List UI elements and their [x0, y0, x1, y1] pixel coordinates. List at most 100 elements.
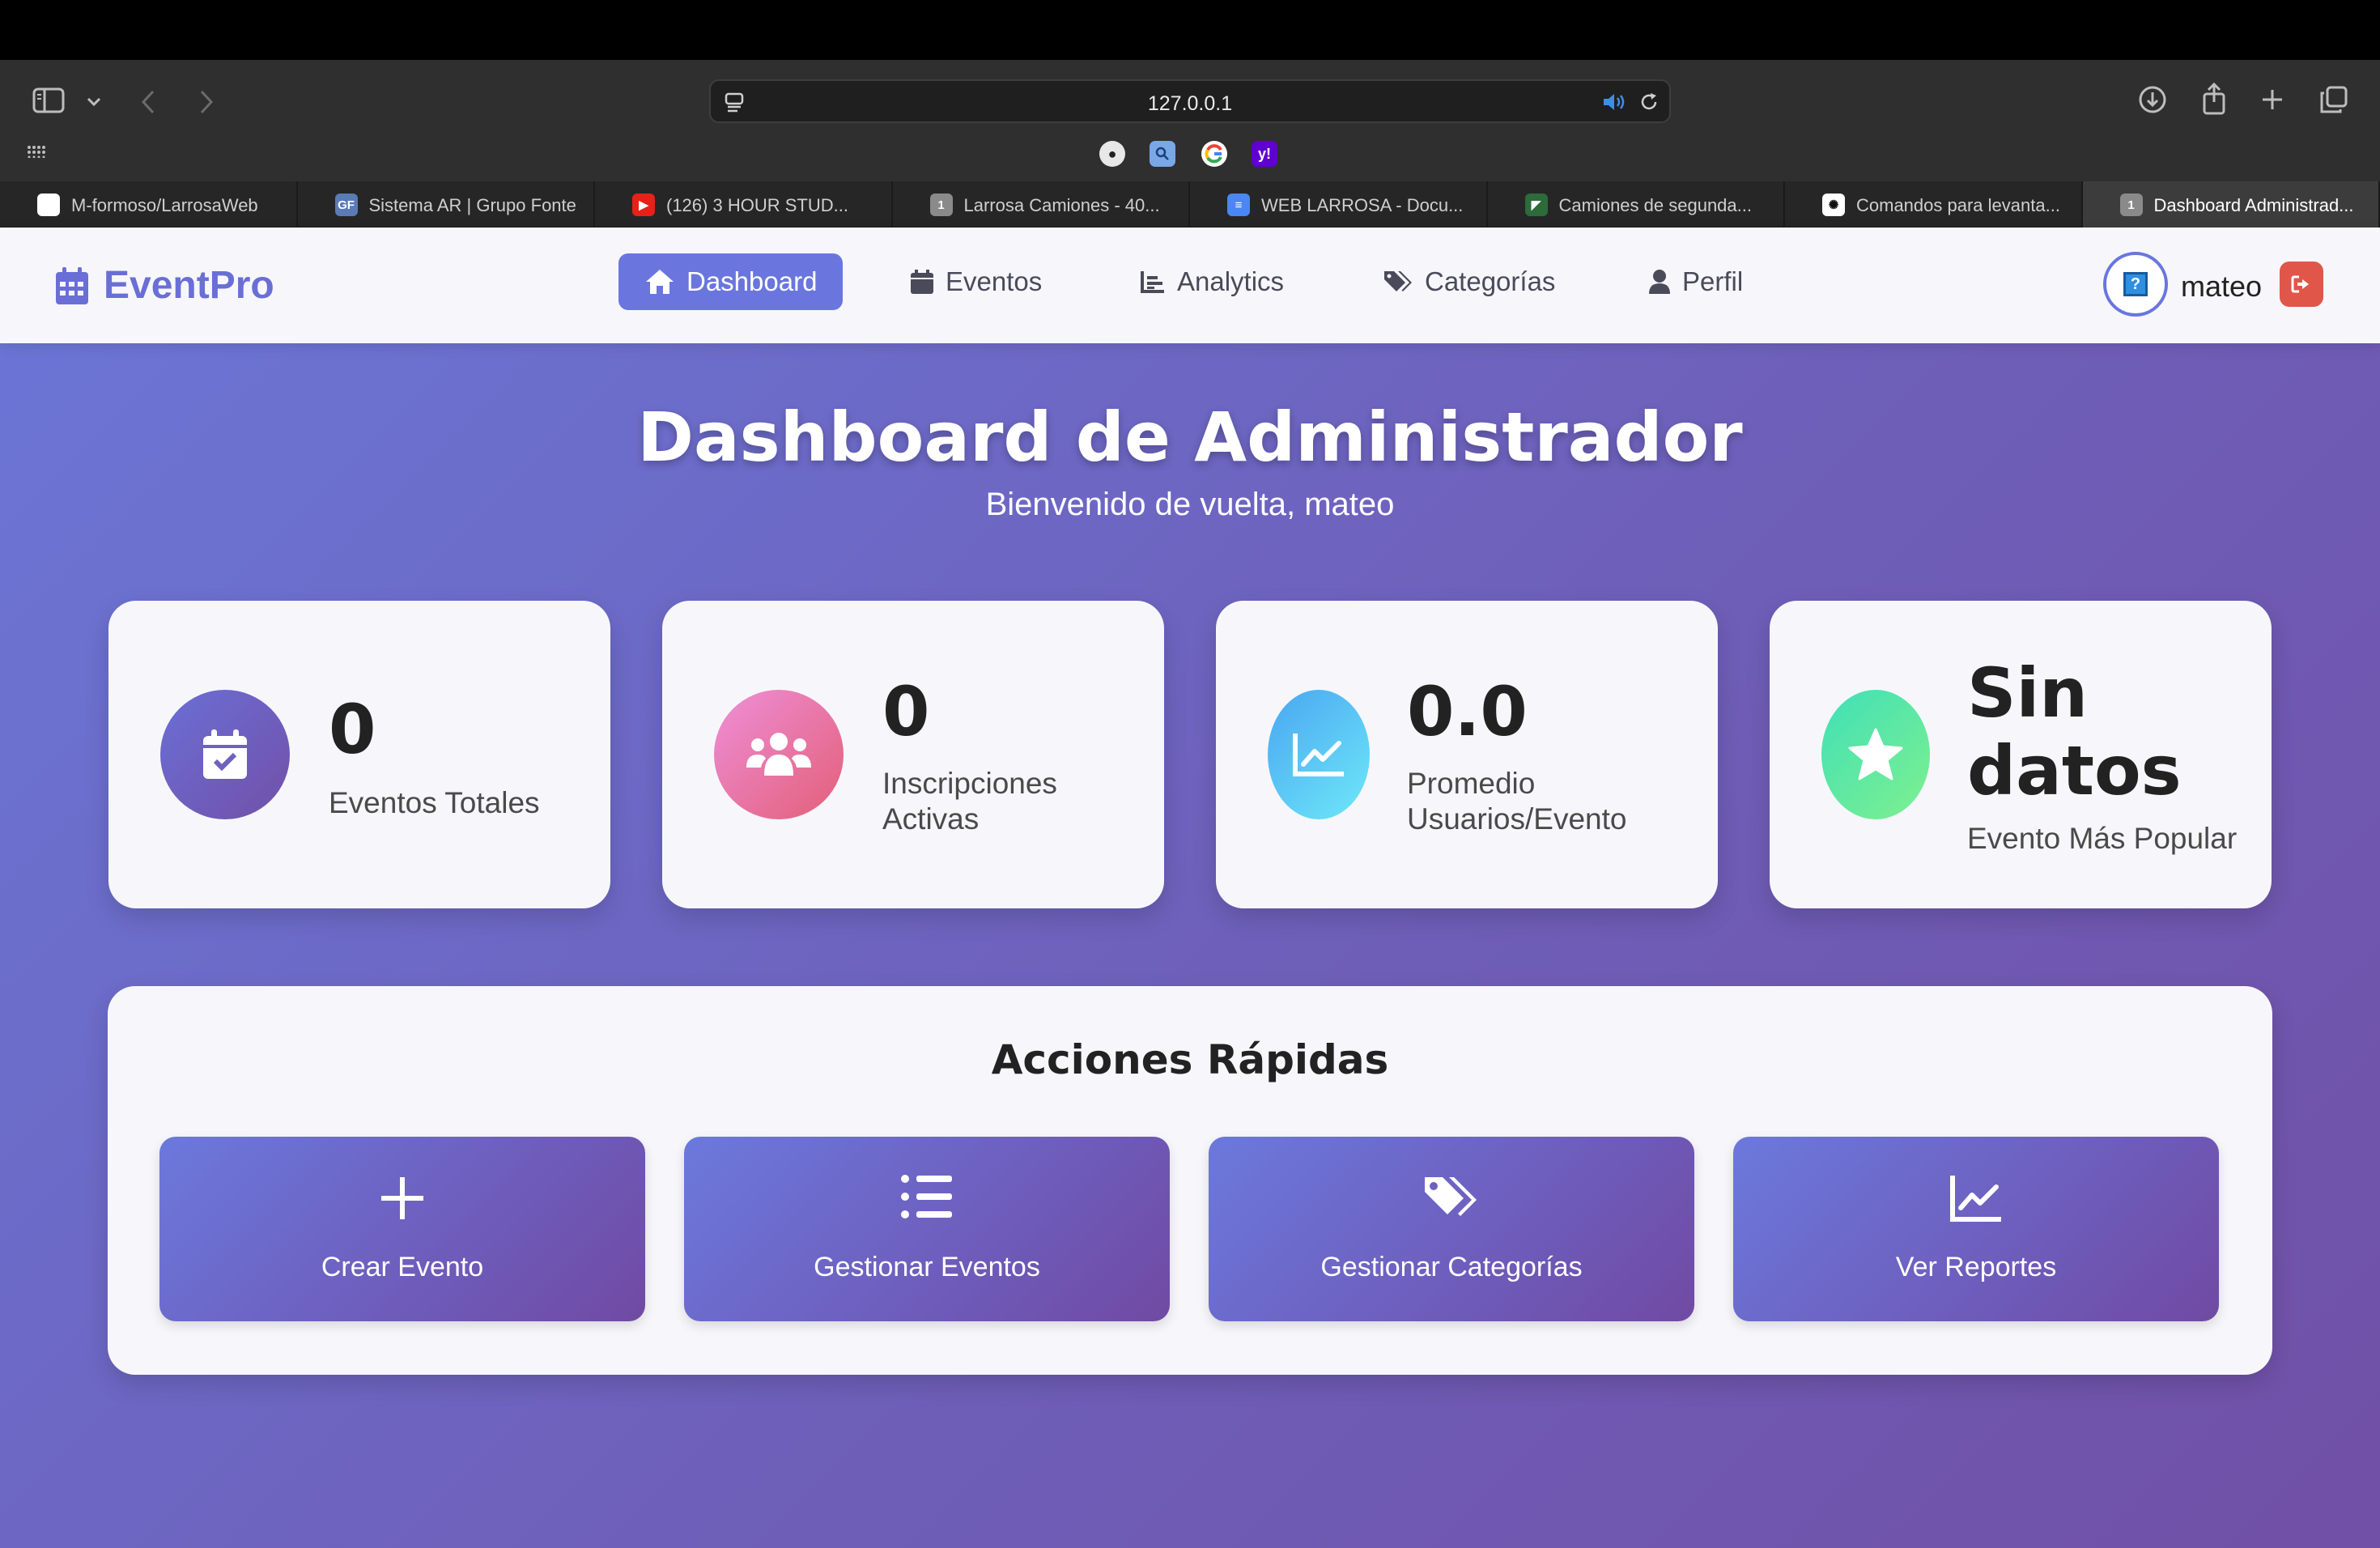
- brand-logo[interactable]: EventPro: [55, 263, 274, 308]
- home-icon: [646, 270, 674, 294]
- logout-icon: [2291, 275, 2309, 293]
- browser-tab[interactable]: ▶ (126) 3 HOUR STUD...: [595, 181, 893, 228]
- grupo-fonte-icon: GF: [334, 194, 358, 216]
- stat-value: 0: [329, 690, 376, 769]
- apps-grid-icon[interactable]: [24, 141, 49, 162]
- browser-tab-label: WEB LARROSA - Docu...: [1261, 195, 1464, 215]
- chart-icon: [1141, 271, 1164, 293]
- screen-top-bar: [0, 0, 2380, 60]
- chatgpt-icon: ✺: [1822, 194, 1845, 216]
- tab-group-icon: 1: [929, 194, 953, 216]
- stat-card-inscripciones: 0 Inscripciones Activas: [662, 601, 1164, 908]
- audio-playing-icon[interactable]: [1601, 91, 1629, 113]
- nav-analytics[interactable]: Analytics: [1114, 253, 1310, 310]
- search-favorite-icon[interactable]: [1150, 141, 1175, 167]
- line-chart-icon: [1293, 734, 1344, 776]
- new-tab-plus-icon[interactable]: [2257, 84, 2288, 115]
- star-icon: [1848, 728, 1903, 780]
- stat-icon-circle: [1821, 690, 1930, 819]
- share-icon[interactable]: [2197, 81, 2231, 117]
- user-icon: [1649, 270, 1670, 294]
- yahoo-favorite-icon[interactable]: y!: [1252, 141, 1277, 167]
- browser-tab-label: (126) 3 HOUR STUD...: [666, 195, 848, 215]
- calendar-check-icon: [203, 729, 247, 779]
- stat-label: Evento Más Popular: [1967, 822, 2238, 855]
- address-bar[interactable]: 127.0.0.1: [709, 79, 1671, 123]
- stat-label: Inscripciones Activas: [882, 767, 1057, 836]
- stat-value: Sin datos: [1967, 653, 2182, 810]
- url-text: 127.0.0.1: [1147, 92, 1233, 115]
- gestionar-categorias-button[interactable]: Gestionar Categorías: [1209, 1137, 1694, 1321]
- github-icon: [37, 194, 60, 216]
- stat-value: 0.0: [1407, 672, 1528, 751]
- stat-card-promedio: 0.0 Promedio Usuarios/Evento: [1216, 601, 1718, 908]
- ver-reportes-button[interactable]: Ver Reportes: [1733, 1137, 2219, 1321]
- browser-tab[interactable]: 1 Larrosa Camiones - 40...: [893, 181, 1190, 228]
- nav-dashboard[interactable]: Dashboard: [618, 253, 844, 310]
- quick-actions-panel: Acciones Rápidas Crear Evento Gestionar …: [108, 986, 2272, 1375]
- calendar-logo-icon: [56, 266, 88, 304]
- stat-icon-circle: [714, 690, 844, 819]
- tags-icon: [1425, 1177, 1477, 1216]
- sidebar-toggle-icon[interactable]: [31, 84, 66, 117]
- downloads-icon[interactable]: [2136, 83, 2170, 117]
- line-chart-icon: [1950, 1176, 2001, 1222]
- site-icon: ◤: [1524, 194, 1548, 216]
- crear-evento-button[interactable]: Crear Evento: [159, 1137, 645, 1321]
- google-docs-icon: ≡: [1227, 194, 1250, 216]
- tab-group-icon: 1: [2119, 194, 2143, 216]
- nav-analytics-label: Analytics: [1177, 266, 1285, 296]
- browser-tab-label: Larrosa Camiones - 40...: [963, 195, 1160, 215]
- avatar[interactable]: ?: [2103, 252, 2168, 317]
- nav-categorias[interactable]: Categorías: [1357, 253, 1581, 310]
- back-arrow-icon[interactable]: [136, 87, 160, 117]
- page-subtitle: Bienvenido de vuelta, mateo: [985, 487, 1395, 522]
- browser-tab[interactable]: GF Sistema AR | Grupo Fonte: [298, 181, 595, 228]
- browser-tab[interactable]: ≡ WEB LARROSA - Docu...: [1190, 181, 1488, 228]
- stat-label: Eventos Totales: [329, 786, 540, 819]
- avatar-placeholder-icon: ?: [2123, 272, 2148, 296]
- browser-tab-label: Comandos para levanta...: [1856, 195, 2060, 215]
- browser-tab[interactable]: ◤ Camiones de segunda...: [1488, 181, 1785, 228]
- quick-action-label: Gestionar Categorías: [1320, 1252, 1583, 1282]
- logout-button[interactable]: [2280, 262, 2323, 307]
- tab-bar: M-formoso/LarrosaWeb GF Sistema AR | Grupo…: [0, 181, 2380, 228]
- stat-icon-circle: [1268, 690, 1370, 819]
- tab-overview-icon[interactable]: [2317, 83, 2351, 117]
- calendar-icon: [911, 270, 933, 294]
- tags-icon: [1384, 271, 1412, 291]
- app-navbar: EventPro Dashboard Eventos Analytics Cat…: [0, 228, 2380, 343]
- list-icon: [901, 1175, 952, 1218]
- stat-card-evento-popular: Sin datos Evento Más Popular: [1770, 601, 2272, 908]
- nav-perfil-label: Perfil: [1682, 266, 1744, 296]
- users-icon: [746, 733, 811, 776]
- stat-value: 0: [882, 672, 930, 751]
- forward-arrow-icon[interactable]: [194, 87, 219, 117]
- stat-card-eventos-totales: 0 Eventos Totales: [108, 601, 610, 908]
- nav-categorias-label: Categorías: [1425, 266, 1556, 296]
- chevron-down-icon[interactable]: [84, 92, 104, 112]
- reload-icon[interactable]: [1637, 91, 1661, 113]
- page-content: EventPro Dashboard Eventos Analytics Cat…: [0, 228, 2380, 1548]
- quick-action-label: Crear Evento: [321, 1252, 484, 1282]
- quick-action-label: Ver Reportes: [1895, 1252, 2057, 1282]
- username: mateo: [2181, 270, 2263, 303]
- browser-tab-label: Sistema AR | Grupo Fonte: [368, 195, 576, 215]
- browser-tab-label: M-formoso/LarrosaWeb: [71, 195, 258, 215]
- page-title: Dashboard de Administrador: [637, 398, 1743, 477]
- youtube-icon: ▶: [632, 194, 655, 216]
- gestionar-eventos-button[interactable]: Gestionar Eventos: [684, 1137, 1170, 1321]
- brand-name: EventPro: [104, 264, 274, 307]
- apple-favorite-icon[interactable]: ●: [1099, 141, 1125, 167]
- browser-tab[interactable]: M-formoso/LarrosaWeb: [0, 181, 298, 228]
- browser-tab-label: Dashboard Administrad...: [2153, 195, 2354, 215]
- browser-tab-label: Camiones de segunda...: [1558, 195, 1753, 215]
- quick-action-label: Gestionar Eventos: [814, 1252, 1040, 1282]
- plus-icon: [381, 1177, 423, 1219]
- google-favorite-icon[interactable]: [1201, 141, 1227, 167]
- nav-perfil[interactable]: Perfil: [1622, 253, 1769, 310]
- browser-tab[interactable]: 1 Dashboard Administrad...: [2082, 181, 2380, 228]
- stat-label: Promedio Usuarios/Evento: [1407, 767, 1627, 836]
- nav-eventos[interactable]: Eventos: [884, 253, 1068, 310]
- browser-tab[interactable]: ✺ Comandos para levanta...: [1785, 181, 2083, 228]
